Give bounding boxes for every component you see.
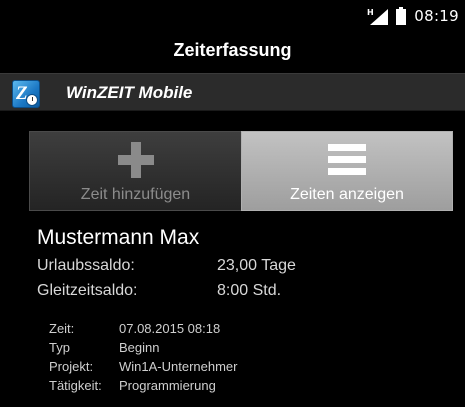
entry-project-label: Projekt: [49,359,94,374]
plus-icon [117,142,155,178]
employee-name: Mustermann Max [37,226,200,249]
status-icons: H 08:19 [366,6,459,26]
entry-activity-value: Programmierung [119,378,216,393]
entry-activity-row: Tätigkeit: Programmierung [49,378,449,396]
app-name: WinZEIT Mobile [66,83,193,102]
app-header: Z WinZEIT Mobile [0,73,465,111]
entry-type-label: Typ [49,340,70,355]
svg-text:H: H [367,8,374,17]
show-times-label: Zeiten anzeigen [290,186,404,203]
entry-time-label: Zeit: [49,321,75,336]
flextime-balance-row: Gleitzeitsaldo: 8:00 Std. [37,282,437,304]
flextime-balance-label: Gleitzeitsaldo: [37,282,138,299]
list-icon [328,142,366,178]
entry-project-value: Win1A-Unternehmer [119,359,238,374]
page-title: Zeiterfassung [173,40,292,60]
status-time: 08:19 [414,7,459,25]
vacation-balance-value: 23,00 Tage [217,257,296,274]
vacation-balance-row: Urlaubssaldo: 23,00 Tage [37,257,437,279]
entry-project-row: Projekt: Win1A-Unternehmer [49,359,449,377]
status-bar: H 08:19 [0,0,465,30]
entry-type-row: Typ Beginn [49,340,449,358]
signal-h-icon: H [366,7,389,25]
entry-type-value: Beginn [119,340,160,355]
add-time-button[interactable]: Zeit hinzufügen [29,131,241,211]
add-time-label: Zeit hinzufügen [80,186,191,203]
vacation-balance-label: Urlaubssaldo: [37,257,135,274]
winzeit-logo-icon: Z [12,80,40,108]
title-bar: Zeiterfassung [0,30,465,70]
entry-activity-label: Tätigkeit: [49,378,102,393]
flextime-balance-value: 8:00 Std. [217,282,282,299]
entry-time-value: 07.08.2015 08:18 [119,321,221,336]
action-bar: Zeit hinzufügen Zeiten anzeigen [29,131,453,211]
entry-time-row: Zeit: 07.08.2015 08:18 [49,321,449,339]
battery-icon [396,7,407,25]
show-times-button[interactable]: Zeiten anzeigen [241,131,453,211]
